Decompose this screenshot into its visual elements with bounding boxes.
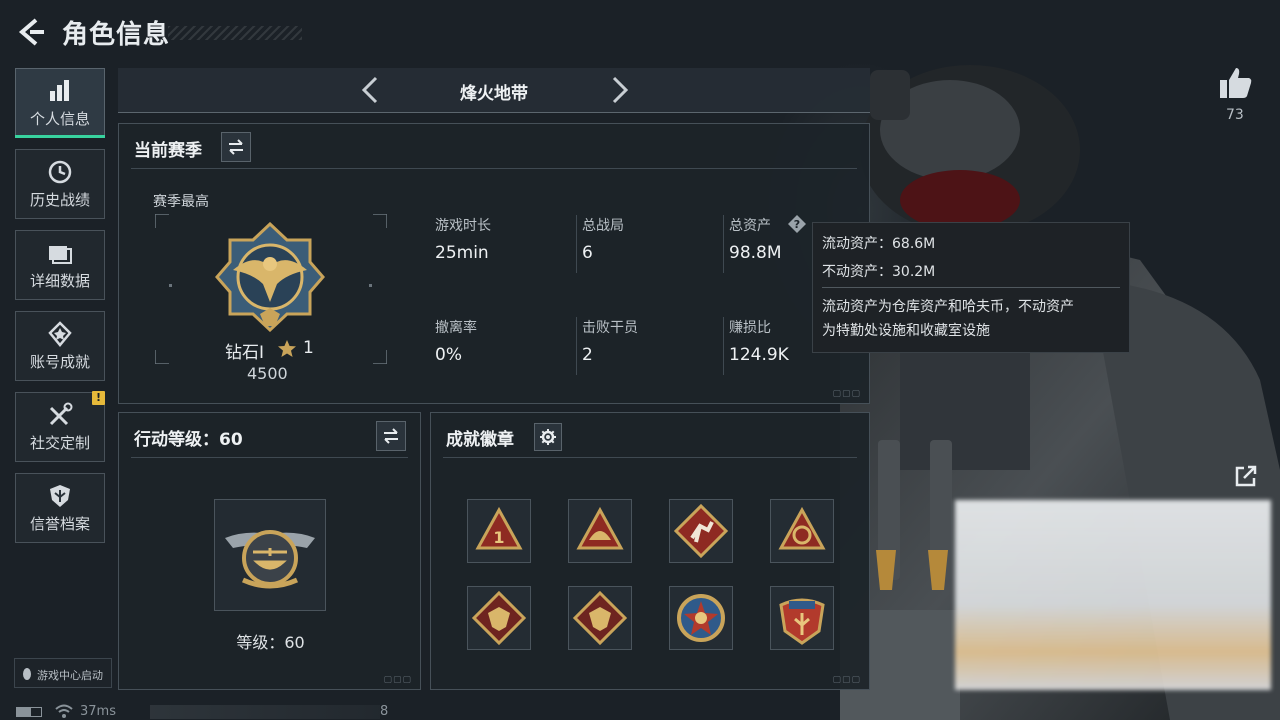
sidebar-item-label: 个人信息 xyxy=(29,110,90,128)
corner-decoration: ▢▢▢ xyxy=(383,675,412,685)
runner-diamond-badge[interactable] xyxy=(669,499,733,563)
stat-play-time: 游戏时长 25min xyxy=(435,218,491,263)
stat-total-matches: 总战局 6 xyxy=(576,215,722,281)
shield-eagle-badge[interactable] xyxy=(770,586,834,650)
blurred-panel xyxy=(955,500,1271,690)
rank-level: 1 xyxy=(303,338,314,358)
sidebar-item-credit[interactable]: 信誉档案 xyxy=(15,473,105,543)
level-label: 等级：60 xyxy=(236,633,305,652)
diamond-rank-emblem xyxy=(215,222,325,332)
tooltip-divider xyxy=(822,287,1120,288)
divider xyxy=(131,168,857,169)
tooltip-desc-line1: 流动资产为仓库资产和哈夫币，不动资产 xyxy=(822,299,1074,315)
corner-decoration: ▢▢▢ xyxy=(832,389,861,399)
star-icon xyxy=(278,340,296,357)
game-center-label: 游戏中心启动 xyxy=(37,669,103,682)
status-tail: 8 xyxy=(380,704,389,719)
sidebar-item-label: 详细数据 xyxy=(29,272,90,290)
mode-title: 烽火地带 xyxy=(460,84,528,104)
rank-one-triangle-badge[interactable]: 1 xyxy=(467,499,531,563)
sidebar-item-label: 账号成就 xyxy=(29,353,90,371)
stat-extraction-rate: 撤离率 0% xyxy=(435,320,477,365)
qq-penguin-icon xyxy=(23,668,31,680)
sidebar-item-details[interactable]: 详细数据 xyxy=(15,230,105,300)
sidebar-item-label: 历史战绩 xyxy=(29,191,90,209)
badges-settings-button[interactable] xyxy=(534,423,562,451)
corner-decoration: ▢▢▢ xyxy=(832,675,861,685)
gear-icon xyxy=(540,429,556,445)
swap-arrows-icon xyxy=(384,428,398,444)
title-decoration xyxy=(168,26,302,40)
sidebar-item-profile[interactable]: 个人信息 xyxy=(15,68,105,138)
shield-icon xyxy=(50,485,70,507)
svg-text:1: 1 xyxy=(493,528,504,547)
tooltip-fixed: 不动资产：30.2M xyxy=(822,264,936,280)
action-level-panel: 行动等级：60 等级：60 ▢▢▢ xyxy=(118,412,421,690)
level-switch-button[interactable] xyxy=(376,421,406,451)
achievement-medal-icon xyxy=(48,321,72,347)
assets-tooltip: 流动资产：68.6M 不动资产：30.2M 流动资产为仓库资产和哈夫币，不动资产… xyxy=(812,222,1130,353)
clock-history-icon xyxy=(48,160,72,184)
ping-readout: 37ms xyxy=(80,704,116,719)
badges-title: 成就徽章 xyxy=(446,430,514,450)
season-best-label: 赛季最高 xyxy=(153,194,209,210)
back-arrow-icon[interactable] xyxy=(14,16,46,48)
swap-arrows-icon xyxy=(229,139,243,155)
level-emblem-frame xyxy=(214,499,326,611)
chevron-left-icon[interactable] xyxy=(358,74,384,106)
dragon-diamond-badge[interactable] xyxy=(467,586,531,650)
wifi-icon xyxy=(55,704,73,718)
season-switch-button[interactable] xyxy=(221,132,251,162)
helmet-triangle-badge[interactable] xyxy=(568,499,632,563)
divider xyxy=(131,457,408,458)
notification-badge: ! xyxy=(92,391,105,405)
bar-chart-icon xyxy=(50,80,69,101)
sidebar-item-achievements[interactable]: 账号成就 xyxy=(15,311,105,381)
achievement-badges-panel: 成就徽章 1 ▢▢▢ xyxy=(430,412,870,690)
share-icon[interactable] xyxy=(1232,462,1260,490)
season-panel: 当前赛季 赛季最高 钻石I 1 4500 游戏时长 25min 总战局 6 总资产 9… xyxy=(118,123,870,404)
svg-text:?: ? xyxy=(794,218,800,231)
action-level-title: 行动等级：60 xyxy=(134,430,243,450)
tooltip-liquid: 流动资产：68.6M xyxy=(822,236,936,252)
wrench-tools-icon xyxy=(49,402,73,426)
globe-triangle-badge[interactable] xyxy=(770,499,834,563)
blurred-info xyxy=(150,705,380,719)
helicopter-level-emblem xyxy=(225,530,315,589)
battery-icon xyxy=(16,707,42,717)
divider xyxy=(443,457,857,458)
active-indicator xyxy=(15,135,105,138)
help-icon[interactable]: ? xyxy=(787,214,807,234)
mode-switcher: 烽火地带 xyxy=(118,68,870,113)
star-medal-badge[interactable] xyxy=(669,586,733,650)
like-count: 73 xyxy=(1226,107,1244,123)
chevron-right-icon[interactable] xyxy=(606,74,632,106)
season-title: 当前赛季 xyxy=(134,141,202,161)
sidebar-item-history[interactable]: 历史战绩 xyxy=(15,149,105,219)
folder-icon xyxy=(49,246,72,264)
sidebar-item-label: 社交定制 xyxy=(29,434,90,452)
game-center-button[interactable]: 游戏中心启动 xyxy=(14,658,112,688)
rank-name: 钻石I xyxy=(225,343,265,363)
tooltip-desc-line2: 为特勤处设施和收藏室设施 xyxy=(822,323,990,339)
dragon-diamond-badge-2[interactable] xyxy=(568,586,632,650)
stat-kills: 击败干员 2 xyxy=(576,317,722,383)
thumbs-up-icon[interactable] xyxy=(1216,64,1254,102)
sidebar-item-label: 信誉档案 xyxy=(29,515,90,533)
page-title: 角色信息 xyxy=(62,20,171,50)
rank-points: 4500 xyxy=(247,364,288,383)
